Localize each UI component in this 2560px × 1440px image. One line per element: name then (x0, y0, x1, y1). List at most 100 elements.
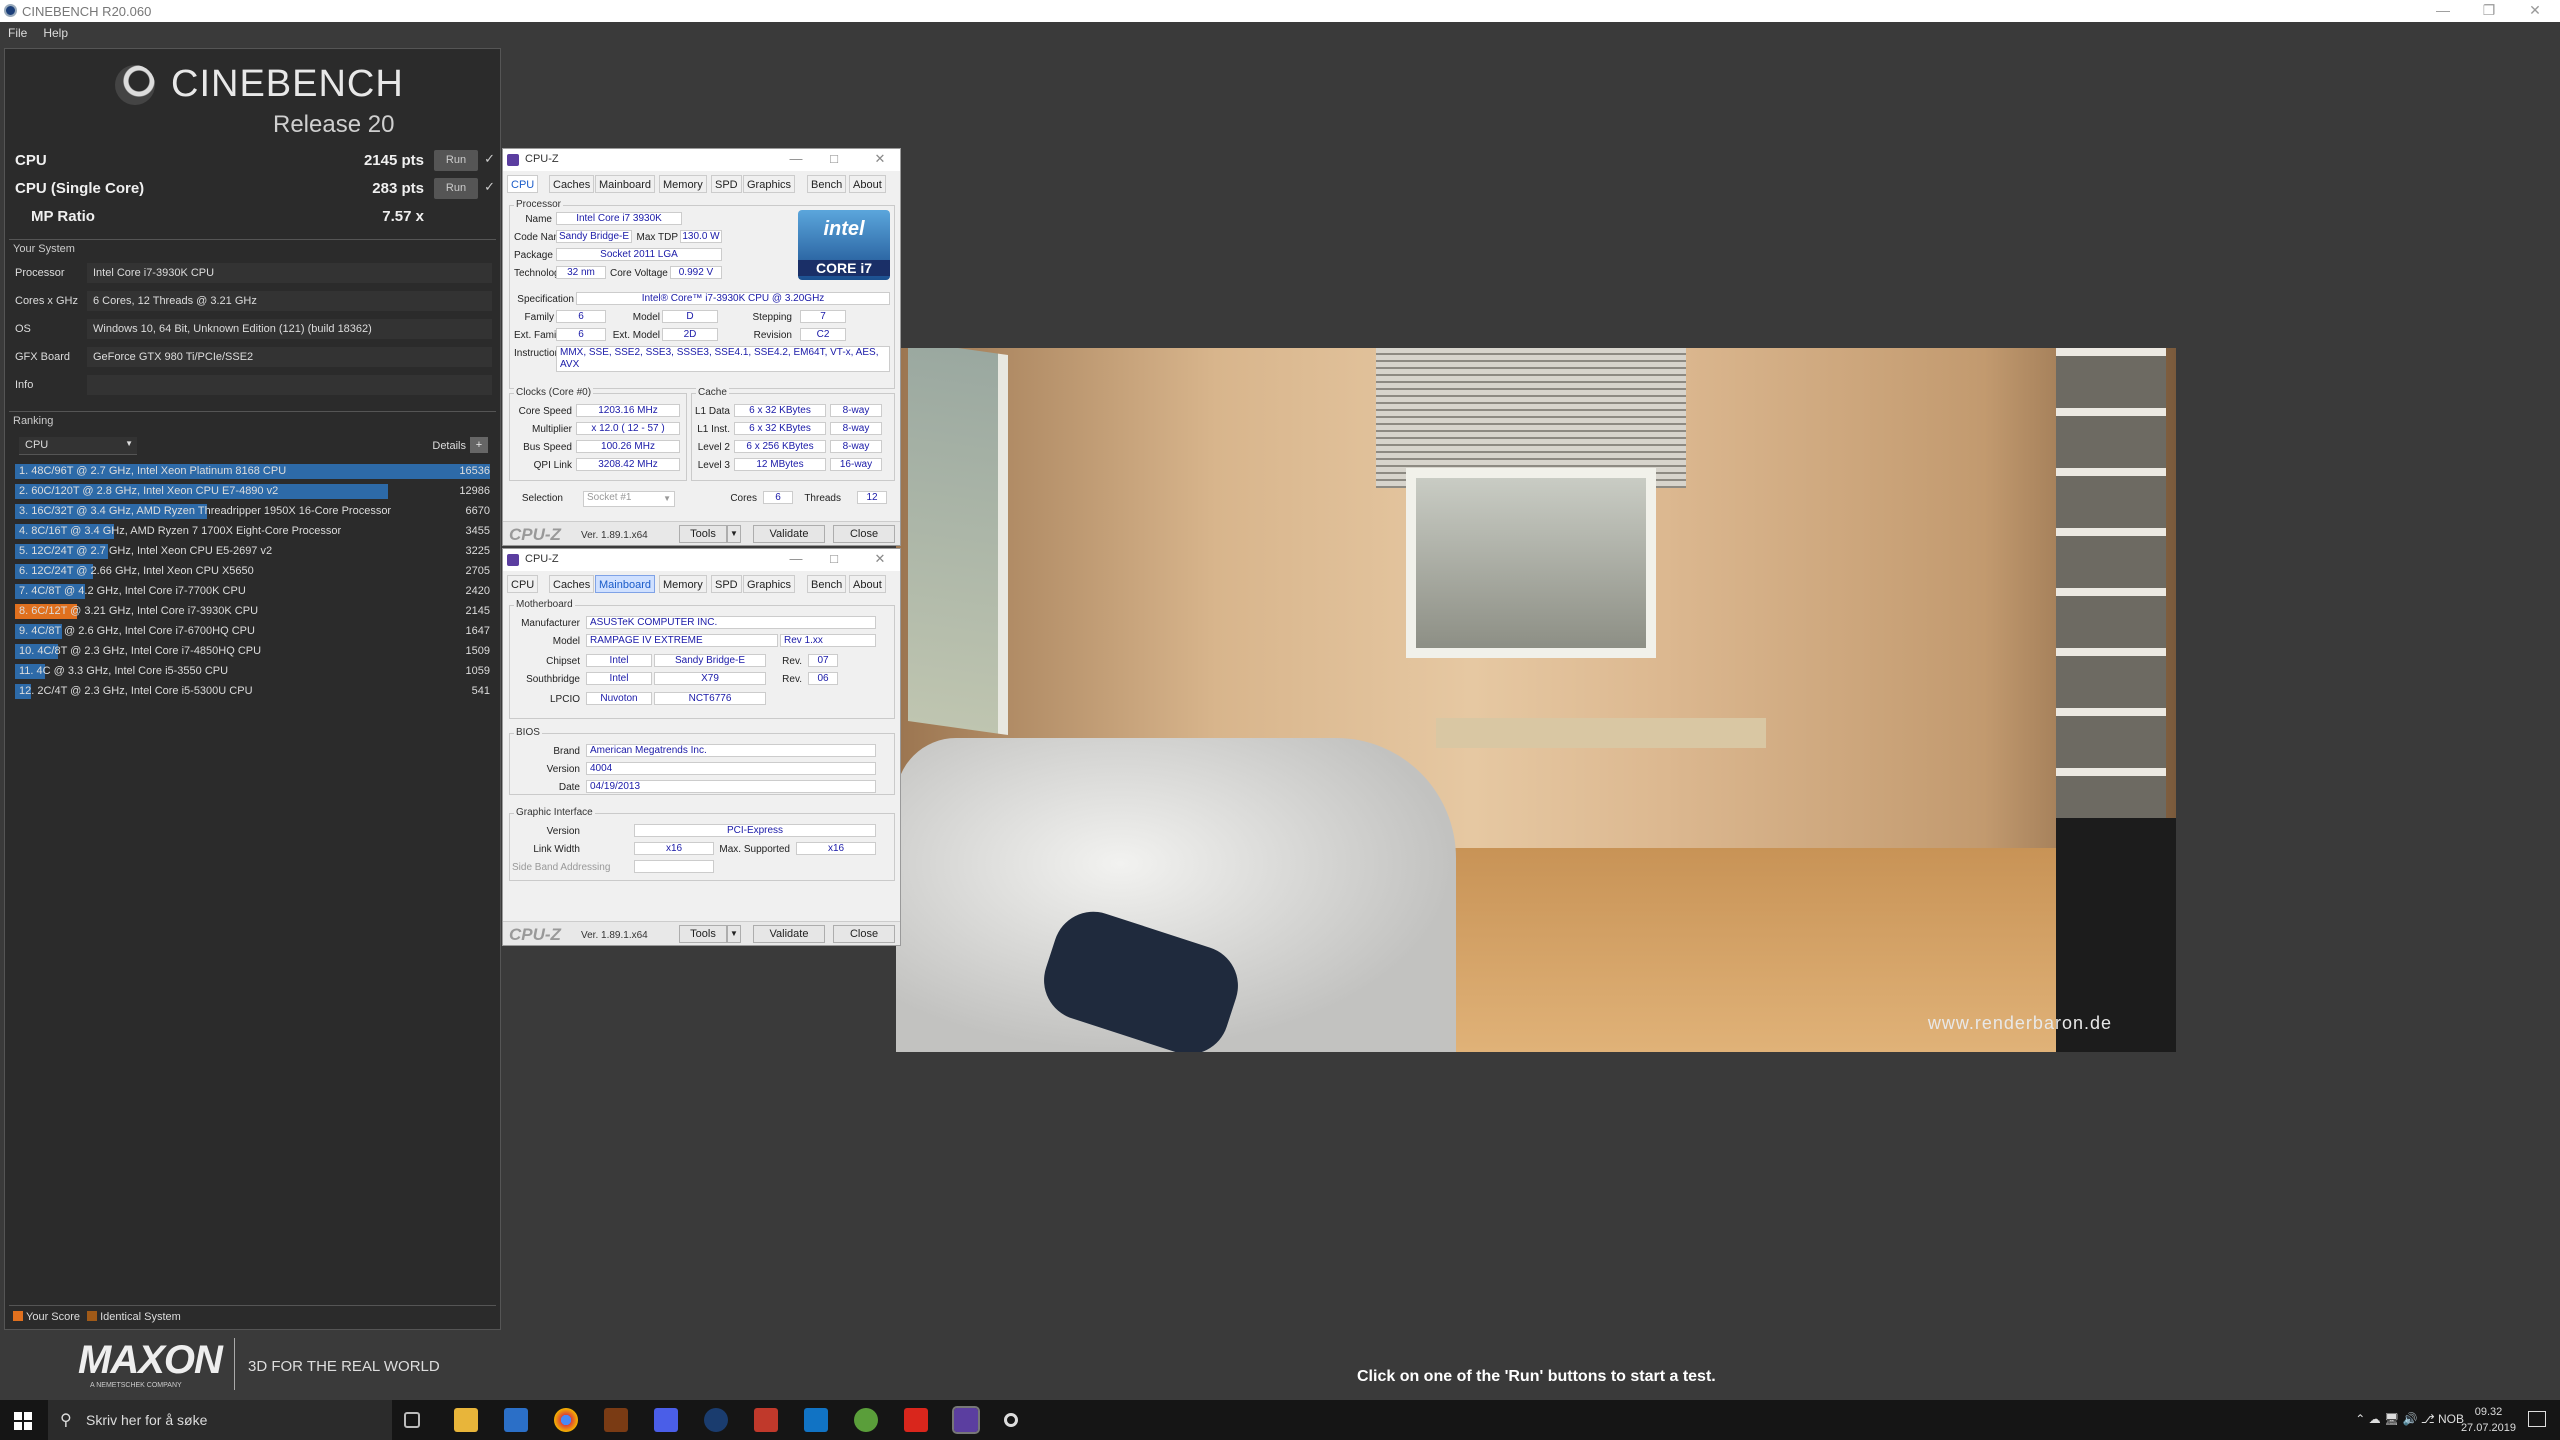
close-icon[interactable]: ✕ (867, 151, 893, 167)
menu-file[interactable]: File (0, 22, 35, 44)
cores: 6 (763, 491, 793, 504)
render-preview: www.renderbaron.de (896, 348, 2176, 1052)
cinebench-app-icon (4, 4, 17, 17)
tab-cpu[interactable]: CPU (507, 575, 539, 593)
cpuz-taskbar-icon[interactable] (952, 1406, 980, 1434)
field-label: Max TDP (636, 232, 679, 243)
bios-date: 04/19/2013 (586, 780, 876, 793)
tab-cpu[interactable]: CPU (507, 175, 539, 193)
tools-button[interactable]: Tools (679, 525, 727, 543)
ranking-score: 16536 (459, 465, 490, 477)
field-label: L1 Inst. (697, 424, 730, 435)
tab-bench[interactable]: Bench (807, 575, 847, 593)
checkmark-icon[interactable]: ✓ (484, 151, 495, 167)
ranking-row[interactable]: 11. 4C @ 3.3 GHz, Intel Core i5-3550 CPU… (15, 663, 494, 680)
taskbar: ⚲ Skriv her for å søke ⌃ ☁ 🖥 🔊 ⎇ NOB 09.… (0, 1400, 2560, 1440)
app-icon[interactable] (604, 1408, 628, 1432)
run-single-core-button[interactable]: Run (434, 178, 478, 199)
intel-core-text: CORE i7 (798, 260, 890, 276)
score-mp-ratio: MP Ratio 7.57 x (5, 203, 500, 231)
ranking-row[interactable]: 7. 4C/8T @ 4.2 GHz, Intel Core i7-7700K … (15, 583, 494, 600)
ranking-row[interactable]: 3. 16C/32T @ 3.4 GHz, AMD Ryzen Threadri… (15, 503, 494, 520)
close-icon[interactable]: ✕ (867, 551, 893, 567)
qpi-link: 3208.42 MHz (576, 458, 680, 471)
close-button[interactable]: Close (833, 525, 895, 543)
file-explorer-icon[interactable] (454, 1408, 478, 1432)
tab-mainboard[interactable]: Mainboard (595, 575, 655, 593)
run-cpu-button[interactable]: Run (434, 150, 478, 171)
ranking-row[interactable]: 5. 12C/24T @ 2.7 GHz, Intel Xeon CPU E5-… (15, 543, 494, 560)
minimize-icon[interactable]: — (783, 551, 809, 566)
selection-dropdown[interactable]: Socket #1 ▼ (583, 491, 675, 507)
technology: 32 nm (556, 266, 606, 279)
ranking-row[interactable]: 9. 4C/8T @ 2.6 GHz, Intel Core i7-6700HQ… (15, 623, 494, 640)
score-single-core: CPU (Single Core) 283 pts Run ✓ (5, 175, 500, 203)
max-supported: x16 (796, 842, 876, 855)
minimize-icon[interactable]: — (2420, 0, 2466, 22)
tools-dropdown-icon[interactable]: ▼ (727, 925, 741, 943)
ranking-score: 2145 (465, 605, 490, 617)
discord-icon[interactable] (654, 1408, 678, 1432)
field-label: Chipset (546, 656, 580, 667)
validate-button[interactable]: Validate (753, 925, 825, 943)
tab-about[interactable]: About (849, 575, 886, 593)
close-button[interactable]: Close (833, 925, 895, 943)
maximize-icon[interactable]: ❐ (2466, 0, 2512, 22)
tab-spd[interactable]: SPD (711, 175, 742, 193)
search-placeholder: Skriv her for å søke (86, 1412, 208, 1428)
cinebench-taskbar-icon[interactable] (1004, 1413, 1018, 1427)
maximize-icon[interactable]: □ (821, 551, 847, 566)
tab-graphics[interactable]: Graphics (743, 575, 796, 593)
revision: C2 (800, 328, 846, 341)
maxon-brand: MAXON (78, 1338, 223, 1382)
tools-dropdown-icon[interactable]: ▼ (727, 525, 741, 543)
chrome-icon[interactable] (554, 1408, 578, 1432)
score-cpu: CPU 2145 pts Run ✓ (5, 147, 500, 175)
tab-caches[interactable]: Caches (549, 175, 595, 193)
ranking-row[interactable]: 12. 2C/4T @ 2.3 GHz, Intel Core i5-5300U… (15, 683, 494, 700)
system-key: Processor (15, 267, 65, 279)
maximize-icon[interactable]: □ (821, 151, 847, 166)
ranking-row[interactable]: 1. 48C/96T @ 2.7 GHz, Intel Xeon Platinu… (15, 463, 494, 480)
menu-bar: File Help (0, 22, 2560, 44)
tools-button[interactable]: Tools (679, 925, 727, 943)
minimize-icon[interactable]: — (783, 151, 809, 166)
tab-spd[interactable]: SPD (711, 575, 742, 593)
tab-memory[interactable]: Memory (659, 175, 707, 193)
ranking-row[interactable]: 4. 8C/16T @ 3.4 GHz, AMD Ryzen 7 1700X E… (15, 523, 494, 540)
task-view-icon[interactable] (404, 1412, 420, 1428)
system-info-field[interactable] (87, 375, 492, 395)
ranking-row[interactable]: 10. 4C/8T @ 2.3 GHz, Intel Core i7-4850H… (15, 643, 494, 660)
windows-start-icon[interactable] (14, 1412, 32, 1430)
tab-memory[interactable]: Memory (659, 575, 707, 593)
tab-about[interactable]: About (849, 175, 886, 193)
store-icon[interactable] (504, 1408, 528, 1432)
close-icon[interactable]: ✕ (2512, 0, 2558, 22)
ranking-row[interactable]: 8. 6C/12T @ 3.21 GHz, Intel Core i7-3930… (15, 603, 494, 620)
tab-bench[interactable]: Bench (807, 175, 847, 193)
bus-speed: 100.26 MHz (576, 440, 680, 453)
ranking-select[interactable]: CPU ▼ (19, 437, 137, 455)
steam-icon[interactable] (704, 1408, 728, 1432)
ranking-row[interactable]: 6. 12C/24T @ 2.66 GHz, Intel Xeon CPU X5… (15, 563, 494, 580)
tab-graphics[interactable]: Graphics (743, 175, 796, 193)
clocks-group: Clocks (Core #0) Core Speed 1203.16 MHz … (509, 387, 687, 481)
taskbar-search[interactable]: ⚲ Skriv her for å søke (48, 1400, 392, 1440)
game-launcher-icon[interactable] (754, 1408, 778, 1432)
details-button[interactable]: + (470, 437, 488, 453)
validate-button[interactable]: Validate (753, 525, 825, 543)
divider (9, 1305, 496, 1306)
menu-help[interactable]: Help (35, 22, 76, 44)
your-system-title: Your System (13, 243, 75, 255)
msi-afterburner-icon[interactable] (904, 1408, 928, 1432)
app-icon[interactable] (804, 1408, 828, 1432)
xbox-icon[interactable] (854, 1408, 878, 1432)
tab-caches[interactable]: Caches (549, 575, 595, 593)
field-label: Cores (730, 493, 757, 504)
ranking-row[interactable]: 2. 60C/120T @ 2.8 GHz, Intel Xeon CPU E7… (15, 483, 494, 500)
checkmark-icon[interactable]: ✓ (484, 179, 495, 195)
clock[interactable]: 09.32 27.07.2019 (2461, 1404, 2516, 1436)
system-tray[interactable]: ⌃ ☁ 🖥 🔊 ⎇ NOB (2355, 1412, 2464, 1426)
notification-icon[interactable] (2528, 1411, 2546, 1427)
tab-mainboard[interactable]: Mainboard (595, 175, 655, 193)
